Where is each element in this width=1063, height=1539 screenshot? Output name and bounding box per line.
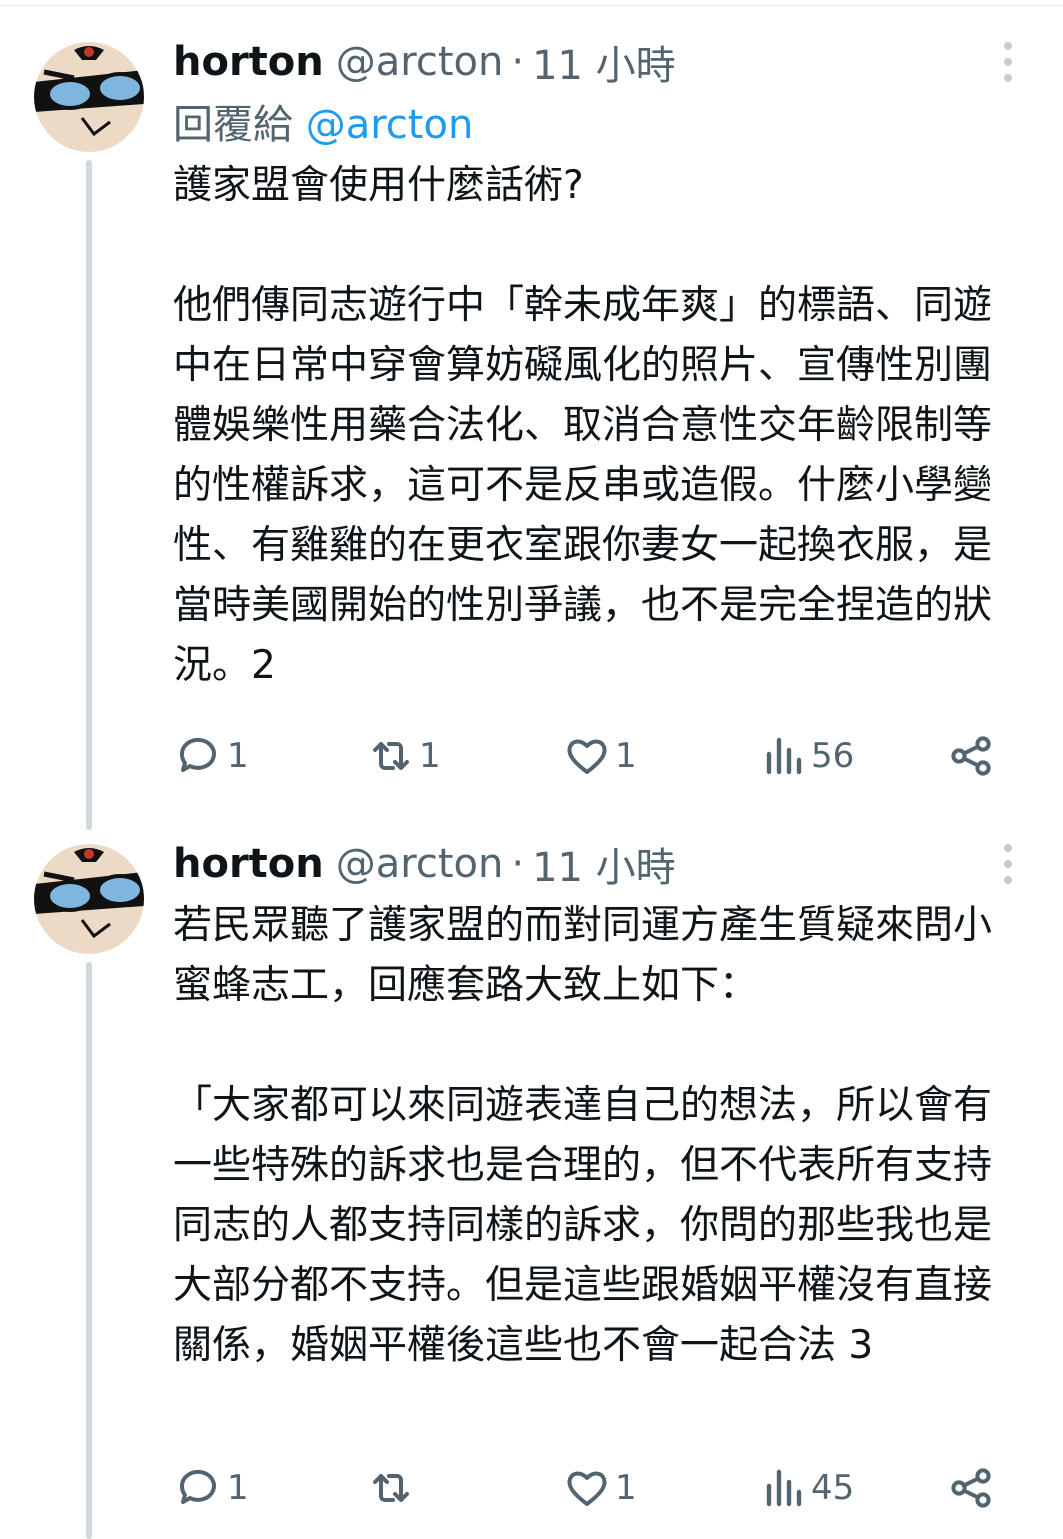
tweet-paragraph: 他們傳同志遊行中「幹未成年爽」的標語、同遊中在日常中穿會算妨礙風化的照片、宣傳性… bbox=[173, 283, 993, 688]
more-vertical-icon bbox=[1004, 844, 1012, 852]
separator-dot: · bbox=[511, 39, 525, 85]
tweet-actions: 1 1 45 bbox=[173, 1458, 1003, 1518]
tweet-paragraph: 若民眾聽了護家盟的而對同運方產生質疑來問小蜜蜂志工，回應套路大致上如下： bbox=[173, 903, 993, 1008]
more-dot bbox=[1004, 860, 1012, 868]
reply-icon bbox=[179, 1469, 216, 1504]
view-count: 45 bbox=[811, 1468, 855, 1508]
views-icon bbox=[766, 1469, 802, 1507]
timestamp[interactable]: 11 小時 bbox=[532, 33, 676, 91]
reply-prefix: 回覆給 bbox=[173, 102, 293, 148]
display-name[interactable]: horton bbox=[173, 39, 324, 85]
reply-button[interactable]: 1 bbox=[175, 726, 249, 786]
avatar-image bbox=[34, 844, 144, 954]
more-dot bbox=[1004, 74, 1012, 82]
retweet-count: 1 bbox=[419, 736, 441, 776]
more-vertical-icon bbox=[1004, 42, 1012, 50]
retweet-button[interactable] bbox=[367, 1458, 419, 1518]
more-options-button[interactable] bbox=[993, 42, 1023, 82]
top-divider bbox=[0, 0, 1063, 6]
avatar[interactable] bbox=[34, 844, 144, 954]
user-handle[interactable]: @arcton bbox=[336, 841, 504, 887]
share-icon bbox=[951, 1468, 991, 1508]
thread-connector-line-2 bbox=[86, 962, 92, 1539]
reply-icon bbox=[179, 737, 216, 772]
retweet-button[interactable]: 1 bbox=[367, 726, 441, 786]
avatar-image bbox=[34, 42, 144, 152]
timestamp[interactable]: 11 小時 bbox=[532, 835, 676, 893]
views-icon bbox=[766, 737, 802, 775]
tweet-paragraph: 護家盟會使用什麼話術? bbox=[173, 163, 584, 208]
like-count: 1 bbox=[615, 736, 637, 776]
views-button[interactable]: 56 bbox=[759, 726, 854, 786]
tweet-paragraph: 「大家都可以來同遊表達自己的想法，所以會有一些特殊的訴求也是合理的，但不代表所有… bbox=[173, 1083, 993, 1368]
user-handle[interactable]: @arcton bbox=[336, 39, 504, 85]
like-button[interactable]: 1 bbox=[563, 1458, 637, 1518]
heart-icon bbox=[567, 739, 607, 774]
tweet-text: 若民眾聽了護家盟的而對同運方產生質疑來問小蜜蜂志工，回應套路大致上如下： 「大家… bbox=[173, 896, 1003, 1376]
reply-context: 回覆給 @arcton bbox=[173, 94, 1003, 156]
like-button[interactable]: 1 bbox=[563, 726, 637, 786]
share-button[interactable] bbox=[947, 726, 995, 786]
more-dot bbox=[1004, 876, 1012, 884]
display-name[interactable]: horton bbox=[173, 841, 324, 887]
thread-connector-line bbox=[86, 160, 92, 830]
view-count: 56 bbox=[811, 736, 855, 776]
avatar[interactable] bbox=[34, 42, 144, 152]
views-button[interactable]: 45 bbox=[759, 1458, 854, 1518]
reply-count: 1 bbox=[227, 736, 249, 776]
share-button[interactable] bbox=[947, 1458, 995, 1518]
reply-button[interactable]: 1 bbox=[175, 1458, 249, 1518]
reply-count: 1 bbox=[227, 1468, 249, 1508]
more-options-button[interactable] bbox=[993, 844, 1023, 884]
tweet-header: horton @arcton · 11 小時 bbox=[173, 30, 1003, 94]
share-icon bbox=[951, 736, 991, 776]
heart-icon bbox=[567, 1471, 607, 1506]
retweet-icon bbox=[373, 742, 409, 770]
separator-dot: · bbox=[511, 841, 525, 887]
more-dot bbox=[1004, 58, 1012, 66]
tweet-text: 護家盟會使用什麼話術? 他們傳同志遊行中「幹未成年爽」的標語、同遊中在日常中穿會… bbox=[173, 156, 1003, 696]
reply-mention-link[interactable]: @arcton bbox=[306, 102, 474, 148]
tweet-header: horton @arcton · 11 小時 bbox=[173, 832, 1003, 896]
retweet-icon bbox=[373, 1474, 409, 1502]
like-count: 1 bbox=[615, 1468, 637, 1508]
tweet-actions: 1 1 1 56 bbox=[173, 726, 1003, 786]
